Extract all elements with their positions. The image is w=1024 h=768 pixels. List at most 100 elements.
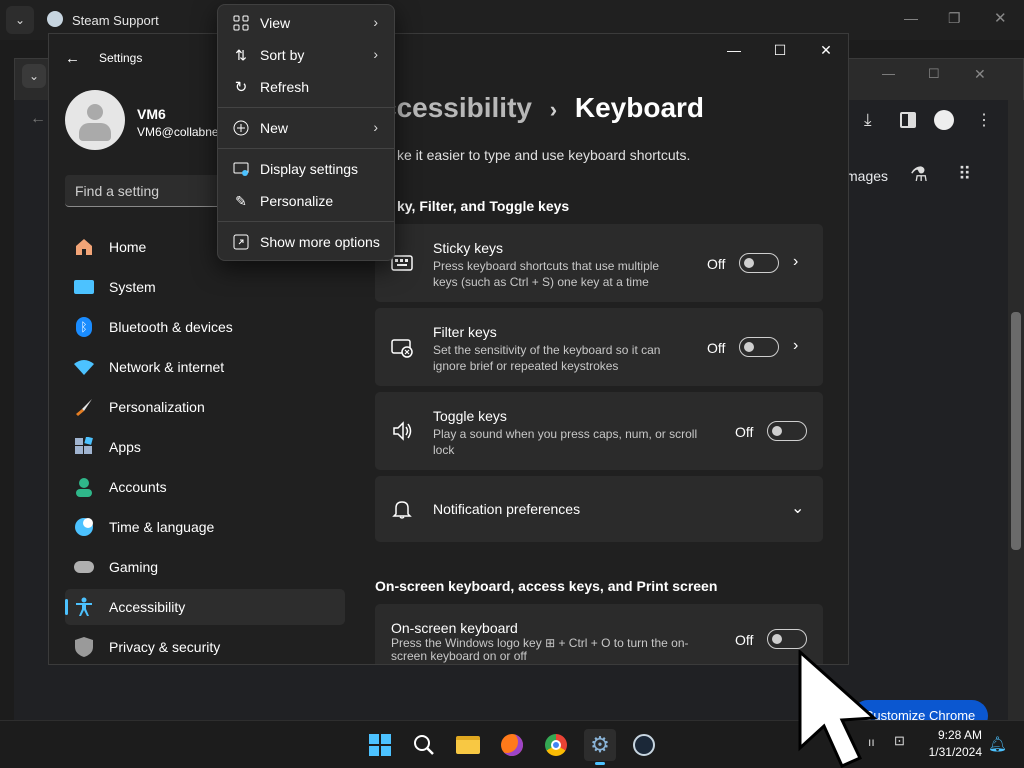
on-screen-keyboard-desc-2: screen keyboard on or off: [391, 649, 527, 663]
sidebar-item-apps[interactable]: Apps: [65, 429, 345, 465]
brush-icon: [73, 396, 95, 418]
steam-button[interactable]: [628, 729, 660, 761]
steam-icon: [633, 734, 655, 756]
toggle-keys-title: Toggle keys: [433, 408, 507, 424]
profile-icon[interactable]: [934, 110, 954, 130]
firefox-button[interactable]: [496, 729, 528, 761]
bell-icon: [392, 501, 412, 519]
settings-window: ← Settings — ☐ ✕ VM6 VM6@collabne Find a…: [48, 33, 849, 665]
close-icon[interactable]: ✕: [974, 66, 986, 83]
back-icon[interactable]: ←: [65, 50, 80, 67]
toggle-keys-desc-2: lock: [433, 443, 455, 457]
filter-keys-card[interactable]: Filter keys Set the sensitivity of the k…: [375, 308, 823, 386]
chevron-right-icon[interactable]: ›: [793, 337, 798, 355]
maximize-icon[interactable]: ☐: [928, 66, 940, 82]
mouse-cursor-icon: [798, 650, 878, 768]
menu-item-new[interactable]: New ›: [222, 113, 390, 143]
minimize-icon[interactable]: —: [904, 10, 918, 26]
filter-keyboard-icon: [391, 339, 413, 358]
toggle-keys-card[interactable]: Toggle keys Play a sound when you press …: [375, 392, 823, 470]
clock-date[interactable]: 1/31/2024: [920, 745, 982, 759]
toggle-state-label: Off: [707, 256, 726, 272]
filter-keys-desc-2: ignore brief or repeated keystrokes: [433, 359, 619, 373]
menu-item-refresh[interactable]: ↻ Refresh: [222, 72, 390, 102]
file-explorer-button[interactable]: [452, 729, 484, 761]
menu-item-show-more-options[interactable]: Show more options: [222, 227, 390, 257]
search-button[interactable]: [408, 729, 440, 761]
on-screen-keyboard-card[interactable]: On-screen keyboard Press the Windows log…: [375, 604, 823, 664]
scrollbar-thumb[interactable]: [1011, 312, 1021, 550]
minimize-button[interactable]: —: [711, 34, 757, 66]
apps-grid-icon[interactable]: ⠿: [958, 164, 971, 185]
expand-icon: [232, 233, 250, 251]
section-heading: ky, Filter, and Toggle keys: [397, 198, 570, 214]
minimize-icon[interactable]: —: [882, 66, 895, 81]
toggle-keys-toggle[interactable]: [767, 421, 807, 441]
settings-app-button[interactable]: ⚙: [584, 729, 616, 765]
menu-item-sort-by[interactable]: ⇅ Sort by ›: [222, 40, 390, 70]
close-icon[interactable]: ✕: [994, 9, 1007, 27]
toggle-state-label: Off: [735, 424, 754, 440]
firefox-icon: [501, 734, 523, 756]
on-screen-keyboard-toggle[interactable]: [767, 629, 807, 649]
user-email: VM6@collabne: [137, 125, 219, 139]
avatar[interactable]: [65, 90, 125, 150]
page-subtitle: ke it easier to type and use keyboard sh…: [397, 147, 691, 163]
chevron-right-icon[interactable]: ›: [793, 253, 798, 271]
chevron-right-icon: ›: [373, 119, 378, 135]
start-button[interactable]: [364, 729, 396, 761]
labs-icon[interactable]: ⚗: [910, 162, 928, 187]
close-button[interactable]: ✕: [803, 34, 848, 66]
notification-preferences-title: Notification preferences: [433, 501, 581, 517]
refresh-icon: ↻: [234, 79, 248, 96]
sidebar-item-privacy[interactable]: Privacy & security: [65, 629, 345, 664]
sidebar-item-network[interactable]: Network & internet: [65, 349, 345, 385]
sidebar-item-time-language[interactable]: Time & language: [65, 509, 345, 545]
sidebar-item-bluetooth[interactable]: ᛒ Bluetooth & devices: [65, 309, 345, 345]
breadcrumb-parent[interactable]: ccessibility: [381, 92, 532, 123]
notification-preferences-card[interactable]: Notification preferences ⌄: [375, 476, 823, 542]
clock-time[interactable]: 9:28 AM: [936, 728, 982, 742]
display-icon: [232, 160, 250, 178]
bell-icon[interactable]: 🔔︎: [988, 735, 1007, 753]
menu-separator: [218, 221, 394, 222]
windows-logo-icon: [369, 734, 391, 756]
chrome-button[interactable]: [540, 729, 572, 761]
menu-separator: [218, 148, 394, 149]
side-panel-icon[interactable]: [900, 112, 916, 128]
sticky-keys-toggle[interactable]: [739, 253, 779, 273]
chevron-down-icon[interactable]: ⌄: [6, 6, 34, 34]
sidebar-item-accessibility[interactable]: Accessibility: [65, 589, 345, 625]
sidebar-item-accounts[interactable]: Accounts: [65, 469, 345, 505]
download-icon[interactable]: ⤓: [864, 110, 872, 130]
images-link[interactable]: mages: [846, 168, 888, 184]
chrome-tab-chevron[interactable]: ⌄: [22, 64, 46, 88]
more-menu-icon[interactable]: ⋮: [976, 110, 992, 130]
chevron-down-icon[interactable]: ⌄: [791, 498, 804, 518]
sidebar-item-personalization[interactable]: Personalization: [65, 389, 345, 425]
search-icon: [414, 735, 434, 755]
toggle-state-label: Off: [707, 340, 726, 356]
sticky-keys-card[interactable]: Sticky keys Press keyboard shortcuts tha…: [375, 224, 823, 302]
menu-separator: [218, 107, 394, 108]
menu-item-display-settings[interactable]: Display settings: [222, 154, 390, 184]
maximize-icon[interactable]: ❐: [948, 10, 961, 27]
sidebar-item-gaming[interactable]: Gaming: [65, 549, 345, 585]
menu-item-personalize[interactable]: ✎ Personalize: [222, 186, 390, 216]
wifi-icon: [73, 356, 95, 378]
user-name: VM6: [137, 106, 166, 122]
filter-keys-toggle[interactable]: [739, 337, 779, 357]
grid-icon: [232, 14, 250, 32]
sidebar-item-system[interactable]: System: [65, 269, 345, 305]
menu-item-view[interactable]: View ›: [222, 8, 390, 38]
chevron-right-icon: ›: [373, 46, 378, 62]
steam-icon: [47, 11, 63, 27]
gear-icon: ⚙: [590, 732, 610, 757]
person-icon: [73, 476, 95, 498]
chevron-right-icon: ›: [373, 14, 378, 30]
back-icon[interactable]: ←: [30, 110, 46, 128]
maximize-button[interactable]: ☐: [757, 34, 803, 66]
page-title: Keyboard: [574, 92, 705, 123]
window-title: Steam Support: [72, 13, 159, 28]
breadcrumb-separator: ›: [549, 97, 558, 122]
